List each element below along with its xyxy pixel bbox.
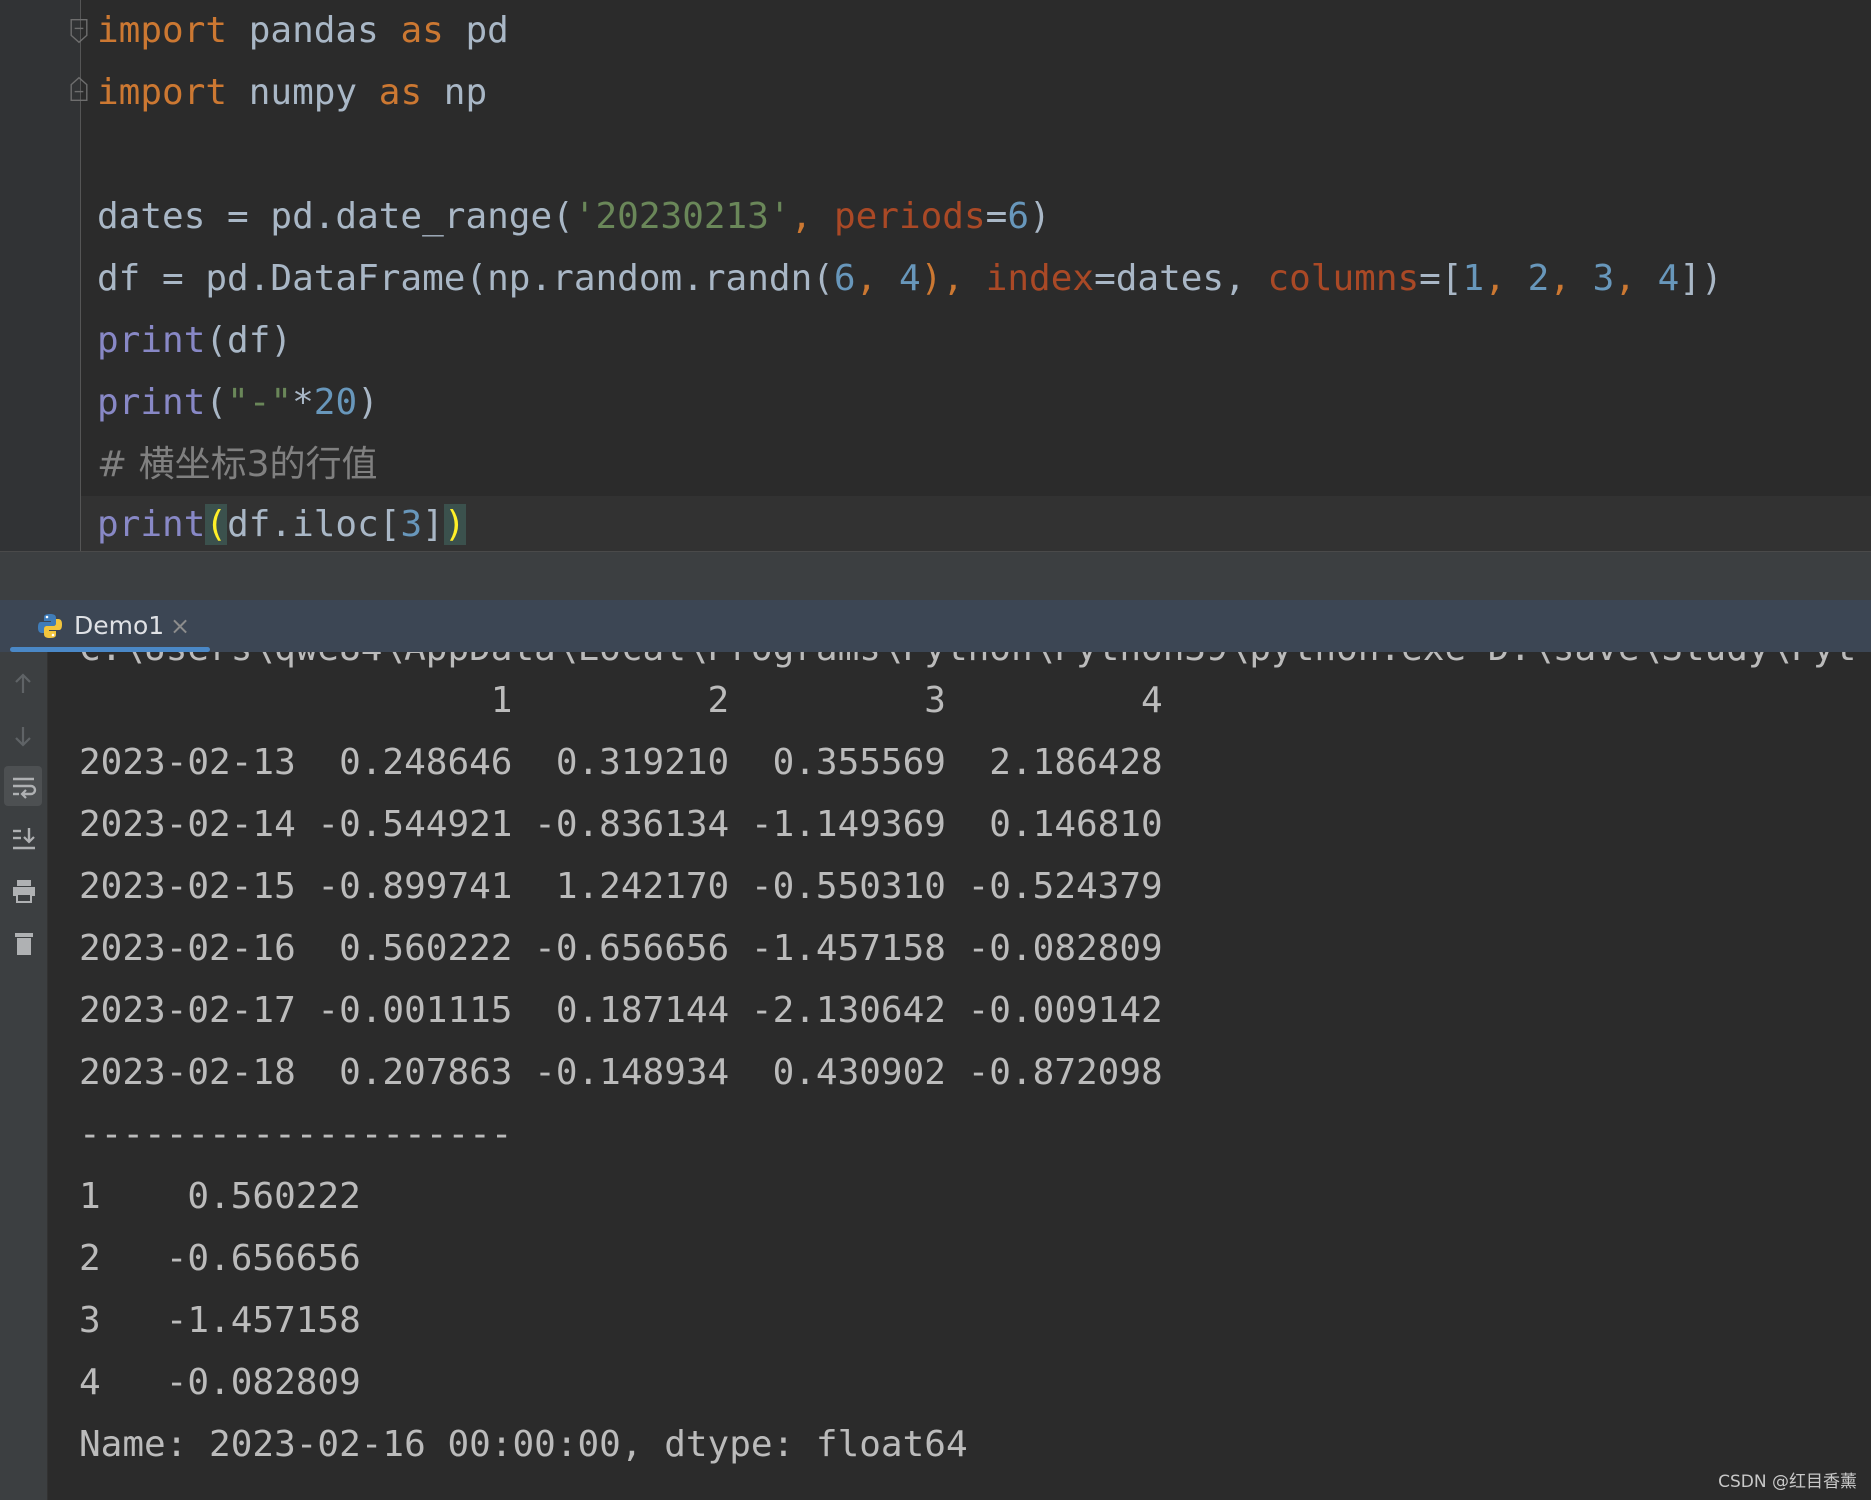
console-line: 1 0.560222 — [79, 1176, 361, 1217]
keyword: as — [378, 72, 423, 113]
run-tab-label: Demo1 — [74, 611, 165, 640]
code-text: ]) — [1679, 258, 1723, 299]
code-text: = — [985, 196, 1008, 237]
number-literal: 3 — [400, 504, 423, 545]
fold-start-icon[interactable] — [68, 18, 90, 44]
code-text: ) — [1029, 196, 1051, 237]
console-output[interactable]: C:\Users\qwe84\AppData\Local\Programs\Py… — [48, 652, 1871, 1500]
identifier: pd — [443, 10, 509, 51]
console-line: 2023-02-17 -0.001115 0.187144 -2.130642 … — [79, 990, 1163, 1031]
close-icon[interactable]: × — [170, 600, 190, 652]
code-editor[interactable]: import pandas as pd import numpy as np d… — [0, 0, 1871, 551]
console-line: 2023-02-13 0.248646 0.319210 0.355569 2.… — [79, 742, 1163, 783]
operator: * — [292, 382, 314, 423]
number-literal: 3 — [1592, 258, 1615, 299]
number-literal: 4 — [1657, 258, 1680, 299]
scroll-to-end-icon — [13, 828, 35, 850]
clear-all-button[interactable] — [4, 922, 42, 962]
printer-icon — [13, 880, 35, 903]
scroll-to-end-button[interactable] — [4, 818, 42, 858]
arrow-up-icon — [15, 673, 31, 693]
code-text: dates = pd.date_range( — [97, 196, 574, 237]
code-line-7[interactable]: print("-"*20) — [97, 372, 379, 434]
scroll-down-button[interactable] — [4, 716, 42, 756]
code-text: ] — [422, 504, 444, 545]
named-param: columns — [1267, 258, 1420, 299]
string-literal: "-" — [227, 382, 293, 423]
code-line-6[interactable]: print(df) — [97, 310, 292, 372]
console-line: Name: 2023-02-16 00:00:00, dtype: float6… — [79, 1424, 968, 1465]
string-literal: '20230213' — [573, 196, 791, 237]
builtin-function: print — [97, 382, 206, 423]
keyword: import — [97, 72, 228, 113]
comma: , — [1614, 258, 1658, 299]
console-line: 2023-02-18 0.207863 -0.148934 0.430902 -… — [79, 1052, 1163, 1093]
builtin-function: print — [97, 504, 206, 545]
comma: , — [790, 196, 834, 237]
code-text: (df) — [205, 320, 293, 361]
arrow-down-icon — [15, 727, 31, 747]
code-text: df = pd.DataFrame(np.random.randn( — [97, 258, 834, 299]
code-text: ( — [205, 382, 228, 423]
print-button[interactable] — [4, 870, 42, 910]
comment: # 横坐标3的行值 — [97, 444, 378, 485]
code-text: =[ — [1419, 258, 1463, 299]
identifier: numpy — [227, 72, 379, 113]
code-line-5[interactable]: df = pd.DataFrame(np.random.randn(6, 4),… — [97, 248, 1723, 310]
comma: , — [855, 258, 899, 299]
run-toolbar — [0, 652, 48, 1500]
console-line: 2023-02-14 -0.544921 -0.836134 -1.149369… — [79, 804, 1163, 845]
run-tab-demo1[interactable]: Demo1 × — [10, 600, 210, 652]
number-literal: 2 — [1527, 258, 1550, 299]
console-line: 1 2 3 4 — [79, 680, 1163, 721]
trash-icon — [15, 933, 33, 955]
code-text: df.iloc[ — [227, 504, 401, 545]
code-text: ) — [357, 382, 379, 423]
panel-splitter[interactable] — [0, 552, 1871, 600]
console-line: 2023-02-16 0.560222 -0.656656 -1.457158 … — [79, 928, 1163, 969]
console-line: 2 -0.656656 — [79, 1238, 361, 1279]
code-text: =dates, — [1094, 258, 1268, 299]
number-literal: 1 — [1462, 258, 1485, 299]
soft-wrap-button[interactable] — [4, 766, 42, 806]
run-tool-window-header: Demo1 × — [0, 600, 1871, 652]
code-line-4[interactable]: dates = pd.date_range('20230213', period… — [97, 186, 1051, 248]
named-param: index — [985, 258, 1095, 299]
number-literal: 6 — [833, 258, 856, 299]
code-line-2[interactable]: import numpy as np — [97, 62, 487, 124]
code-line-9[interactable]: print(df.iloc[3]) — [97, 494, 466, 556]
number-literal: 4 — [898, 258, 921, 299]
matched-brace: ) — [443, 504, 466, 545]
number-literal: 6 — [1007, 196, 1030, 237]
fold-end-icon[interactable] — [68, 76, 90, 102]
soft-wrap-icon — [13, 777, 37, 799]
comma: ), — [920, 258, 986, 299]
watermark: CSDN @红目香薰 — [1718, 1472, 1857, 1492]
identifier: pandas — [227, 10, 401, 51]
named-param: periods — [833, 196, 986, 237]
keyword: import — [97, 10, 228, 51]
comma: , — [1484, 258, 1528, 299]
scroll-up-button[interactable] — [4, 664, 42, 704]
builtin-function: print — [97, 320, 206, 361]
code-line-1[interactable]: import pandas as pd — [97, 0, 509, 62]
console-line: 4 -0.082809 — [79, 1362, 361, 1403]
console-line: -------------------- — [79, 1114, 513, 1155]
comma: , — [1549, 258, 1593, 299]
keyword: as — [400, 10, 444, 51]
matched-brace: ( — [205, 504, 228, 545]
identifier: np — [422, 72, 488, 113]
code-line-8[interactable]: # 横坐标3的行值 — [97, 434, 378, 496]
python-icon — [38, 614, 62, 638]
console-line: 2023-02-15 -0.899741 1.242170 -0.550310 … — [79, 866, 1163, 907]
console-line: 3 -1.457158 — [79, 1300, 361, 1341]
number-literal: 20 — [313, 382, 358, 423]
